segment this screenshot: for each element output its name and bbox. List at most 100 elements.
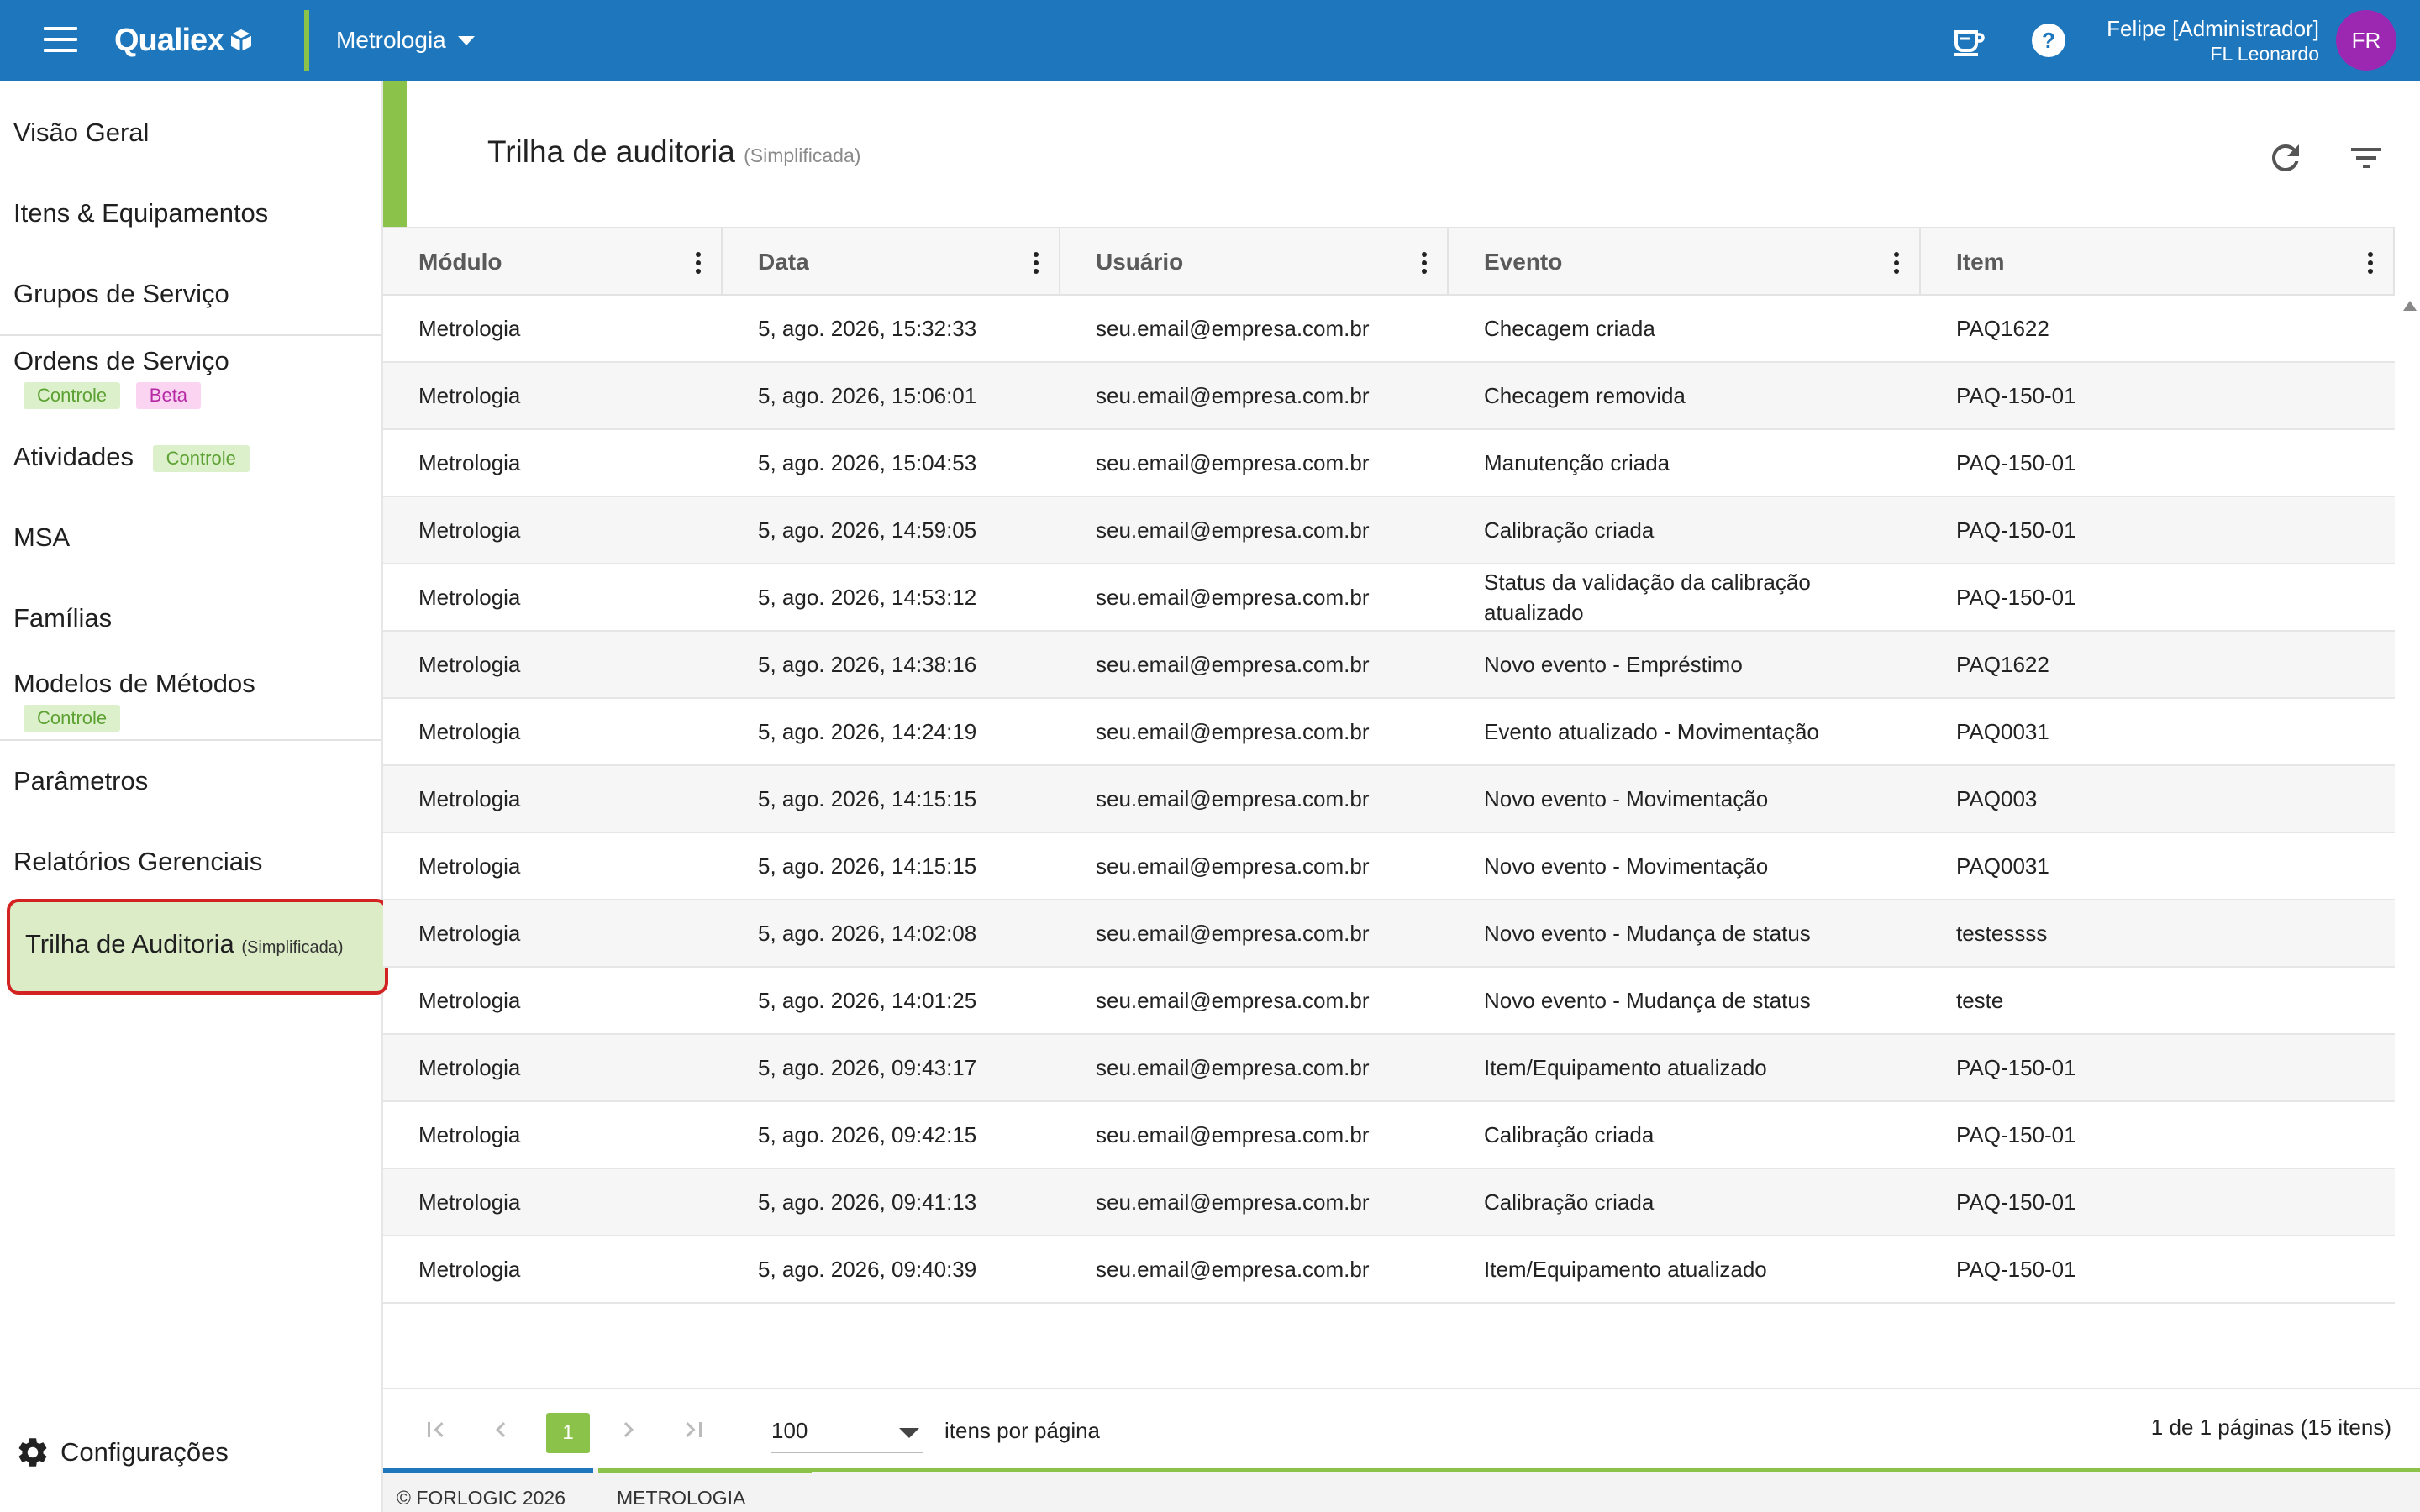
cell-usuario: seu.email@empresa.com.br (1096, 585, 1370, 610)
table-row[interactable]: Metrologia 5, ago. 2026, 09:41:13 seu.emai… (383, 1169, 2395, 1236)
table-row[interactable]: Metrologia 5, ago. 2026, 09:43:17 seu.emai… (383, 1035, 2395, 1102)
table-row[interactable]: Metrologia 5, ago. 2026, 14:02:08 seu.emai… (383, 900, 2395, 968)
table-row[interactable]: Metrologia 5, ago. 2026, 15:32:33 seu.emai… (383, 296, 2395, 363)
cell-item: PAQ1622 (1956, 316, 2049, 341)
previous-page-icon[interactable] (486, 1415, 516, 1445)
sidebar-item-label: Parâmetros (13, 766, 149, 795)
page-size-select[interactable]: 100 (771, 1406, 923, 1453)
table-row[interactable]: Metrologia 5, ago. 2026, 14:53:12 seu.emai… (383, 564, 2395, 632)
cell-usuario: seu.email@empresa.com.br (1096, 786, 1370, 811)
column-header-usuario[interactable]: Usuário (1060, 228, 1449, 296)
more-vert-icon[interactable] (1422, 252, 1428, 274)
table-row[interactable]: Metrologia 5, ago. 2026, 09:42:15 seu.emai… (383, 1102, 2395, 1169)
cell-modulo: Metrologia (418, 652, 521, 677)
coffee-cup-icon[interactable] (1948, 20, 1988, 60)
sidebar: Visão Geral Itens & Equipamentos Grupos … (0, 81, 388, 1512)
table-row[interactable]: Metrologia 5, ago. 2026, 14:59:05 seu.emai… (383, 497, 2395, 564)
next-page-icon[interactable] (613, 1415, 644, 1445)
user-info[interactable]: Felipe [Administrador] FL Leonardo (2107, 15, 2319, 66)
sidebar-item-trilha-auditoria[interactable]: Trilha de Auditoria (Simplificada) (7, 899, 388, 995)
table-row[interactable]: Metrologia 5, ago. 2026, 14:24:19 seu.emai… (383, 699, 2395, 766)
cell-modulo: Metrologia (418, 450, 521, 475)
column-label: Usuário (1096, 249, 1184, 275)
sidebar-item-itens-equipamentos[interactable]: Itens & Equipamentos (13, 198, 268, 228)
cell-evento: Novo evento - Empréstimo (1484, 652, 1743, 677)
sidebar-item-familias[interactable]: Famílias (13, 603, 112, 633)
column-header-item[interactable]: Item (1921, 228, 2395, 296)
sidebar-item-msa[interactable]: MSA (13, 522, 70, 553)
more-vert-icon[interactable] (696, 252, 702, 274)
menu-icon[interactable] (44, 27, 77, 54)
cell-item: PAQ-150-01 (1956, 383, 2076, 408)
column-label: Data (758, 249, 809, 275)
beta-badge: Beta (135, 382, 202, 409)
cell-modulo: Metrologia (418, 1189, 521, 1215)
cell-data: 5, ago. 2026, 09:43:17 (758, 1055, 977, 1080)
column-header-data[interactable]: Data (723, 228, 1060, 296)
sidebar-item-relatorios-gerenciais[interactable]: Relatórios Gerenciais (13, 847, 262, 877)
vertical-scrollbar[interactable] (2398, 296, 2420, 1468)
cell-data: 5, ago. 2026, 14:02:08 (758, 921, 977, 946)
sidebar-item-atividades[interactable]: Atividades Controle (13, 442, 250, 472)
cell-evento: Manutenção criada (1484, 450, 1670, 475)
first-page-icon[interactable] (420, 1415, 450, 1445)
app-logo[interactable]: Qualiex (114, 18, 254, 62)
cell-item: PAQ-150-01 (1956, 585, 2076, 610)
cell-data: 5, ago. 2026, 14:15:15 (758, 786, 977, 811)
last-page-icon[interactable] (679, 1415, 709, 1445)
controle-badge: Controle (24, 705, 121, 732)
table-row[interactable]: Metrologia 5, ago. 2026, 14:38:16 seu.emai… (383, 632, 2395, 699)
refresh-icon[interactable] (2265, 138, 2306, 178)
more-vert-icon[interactable] (2368, 252, 2375, 274)
cell-item: PAQ-150-01 (1956, 1257, 2076, 1282)
footer-line-green (598, 1468, 812, 1473)
page-title-text: Trilha de auditoria (487, 134, 735, 169)
column-label: Módulo (418, 249, 502, 275)
settings-link[interactable]: Configurações (15, 1435, 229, 1470)
cell-item: PAQ-150-01 (1956, 1055, 2076, 1080)
column-header-evento[interactable]: Evento (1449, 228, 1921, 296)
more-vert-icon[interactable] (1894, 252, 1901, 274)
sidebar-item-modelos-metodos[interactable]: Modelos de Métodos Controle (13, 669, 255, 732)
sidebar-item-label: Atividades (13, 442, 134, 471)
cell-data: 5, ago. 2026, 09:41:13 (758, 1189, 977, 1215)
cell-modulo: Metrologia (418, 585, 521, 610)
table-row[interactable]: Metrologia 5, ago. 2026, 09:40:39 seu.emai… (383, 1236, 2395, 1304)
help-icon[interactable]: ? (2028, 20, 2069, 60)
table-row[interactable]: Metrologia 5, ago. 2026, 15:04:53 seu.emai… (383, 430, 2395, 497)
cell-usuario: seu.email@empresa.com.br (1096, 517, 1370, 543)
sidebar-item-grupos-servico[interactable]: Grupos de Serviço (13, 279, 229, 309)
sidebar-item-label: Ordens de Serviço (13, 346, 229, 375)
module-selector[interactable]: Metrologia (336, 24, 475, 57)
avatar[interactable]: FR (2336, 10, 2396, 71)
table-row[interactable]: Metrologia 5, ago. 2026, 14:15:15 seu.emai… (383, 766, 2395, 833)
cell-evento: Checagem criada (1484, 316, 1655, 341)
sidebar-item-visao-geral[interactable]: Visão Geral (13, 118, 149, 148)
table-row[interactable]: Metrologia 5, ago. 2026, 14:01:25 seu.emai… (383, 968, 2395, 1035)
cell-data: 5, ago. 2026, 15:06:01 (758, 383, 977, 408)
logo-cube-icon (230, 29, 252, 51)
cell-evento: Checagem removida (1484, 383, 1686, 408)
chevron-down-icon (457, 35, 475, 45)
cell-data: 5, ago. 2026, 09:40:39 (758, 1257, 977, 1282)
column-header-modulo[interactable]: Módulo (383, 228, 723, 296)
more-vert-icon[interactable] (1034, 252, 1040, 274)
user-company: FL Leonardo (2210, 43, 2319, 65)
scroll-up-icon[interactable] (2403, 301, 2417, 311)
user-name: Felipe [Administrador] (2107, 16, 2319, 41)
table-row[interactable]: Metrologia 5, ago. 2026, 15:06:01 seu.emai… (383, 363, 2395, 430)
footer: © FORLOGIC 2026 METROLOGIA (383, 1468, 2420, 1512)
cell-item: teste (1956, 988, 2004, 1013)
footer-module: METROLOGIA (617, 1487, 746, 1509)
filter-icon[interactable] (2346, 138, 2386, 178)
table-row[interactable]: Metrologia 5, ago. 2026, 14:15:15 seu.emai… (383, 833, 2395, 900)
main-content: Trilha de auditoria (Simplificada) Módul… (383, 81, 2420, 1512)
sidebar-item-ordens-servico[interactable]: Ordens de Serviço Controle Beta (13, 346, 229, 409)
page-button-current[interactable]: 1 (546, 1413, 590, 1453)
cell-modulo: Metrologia (418, 1055, 521, 1080)
cell-evento: Status da validação da calibração atuali… (1484, 570, 1811, 625)
sidebar-item-parametros[interactable]: Parâmetros (13, 766, 148, 796)
cell-evento: Novo evento - Movimentação (1484, 853, 1769, 879)
cell-data: 5, ago. 2026, 14:24:19 (758, 719, 977, 744)
sidebar-item-label: Trilha de Auditoria (25, 929, 234, 958)
